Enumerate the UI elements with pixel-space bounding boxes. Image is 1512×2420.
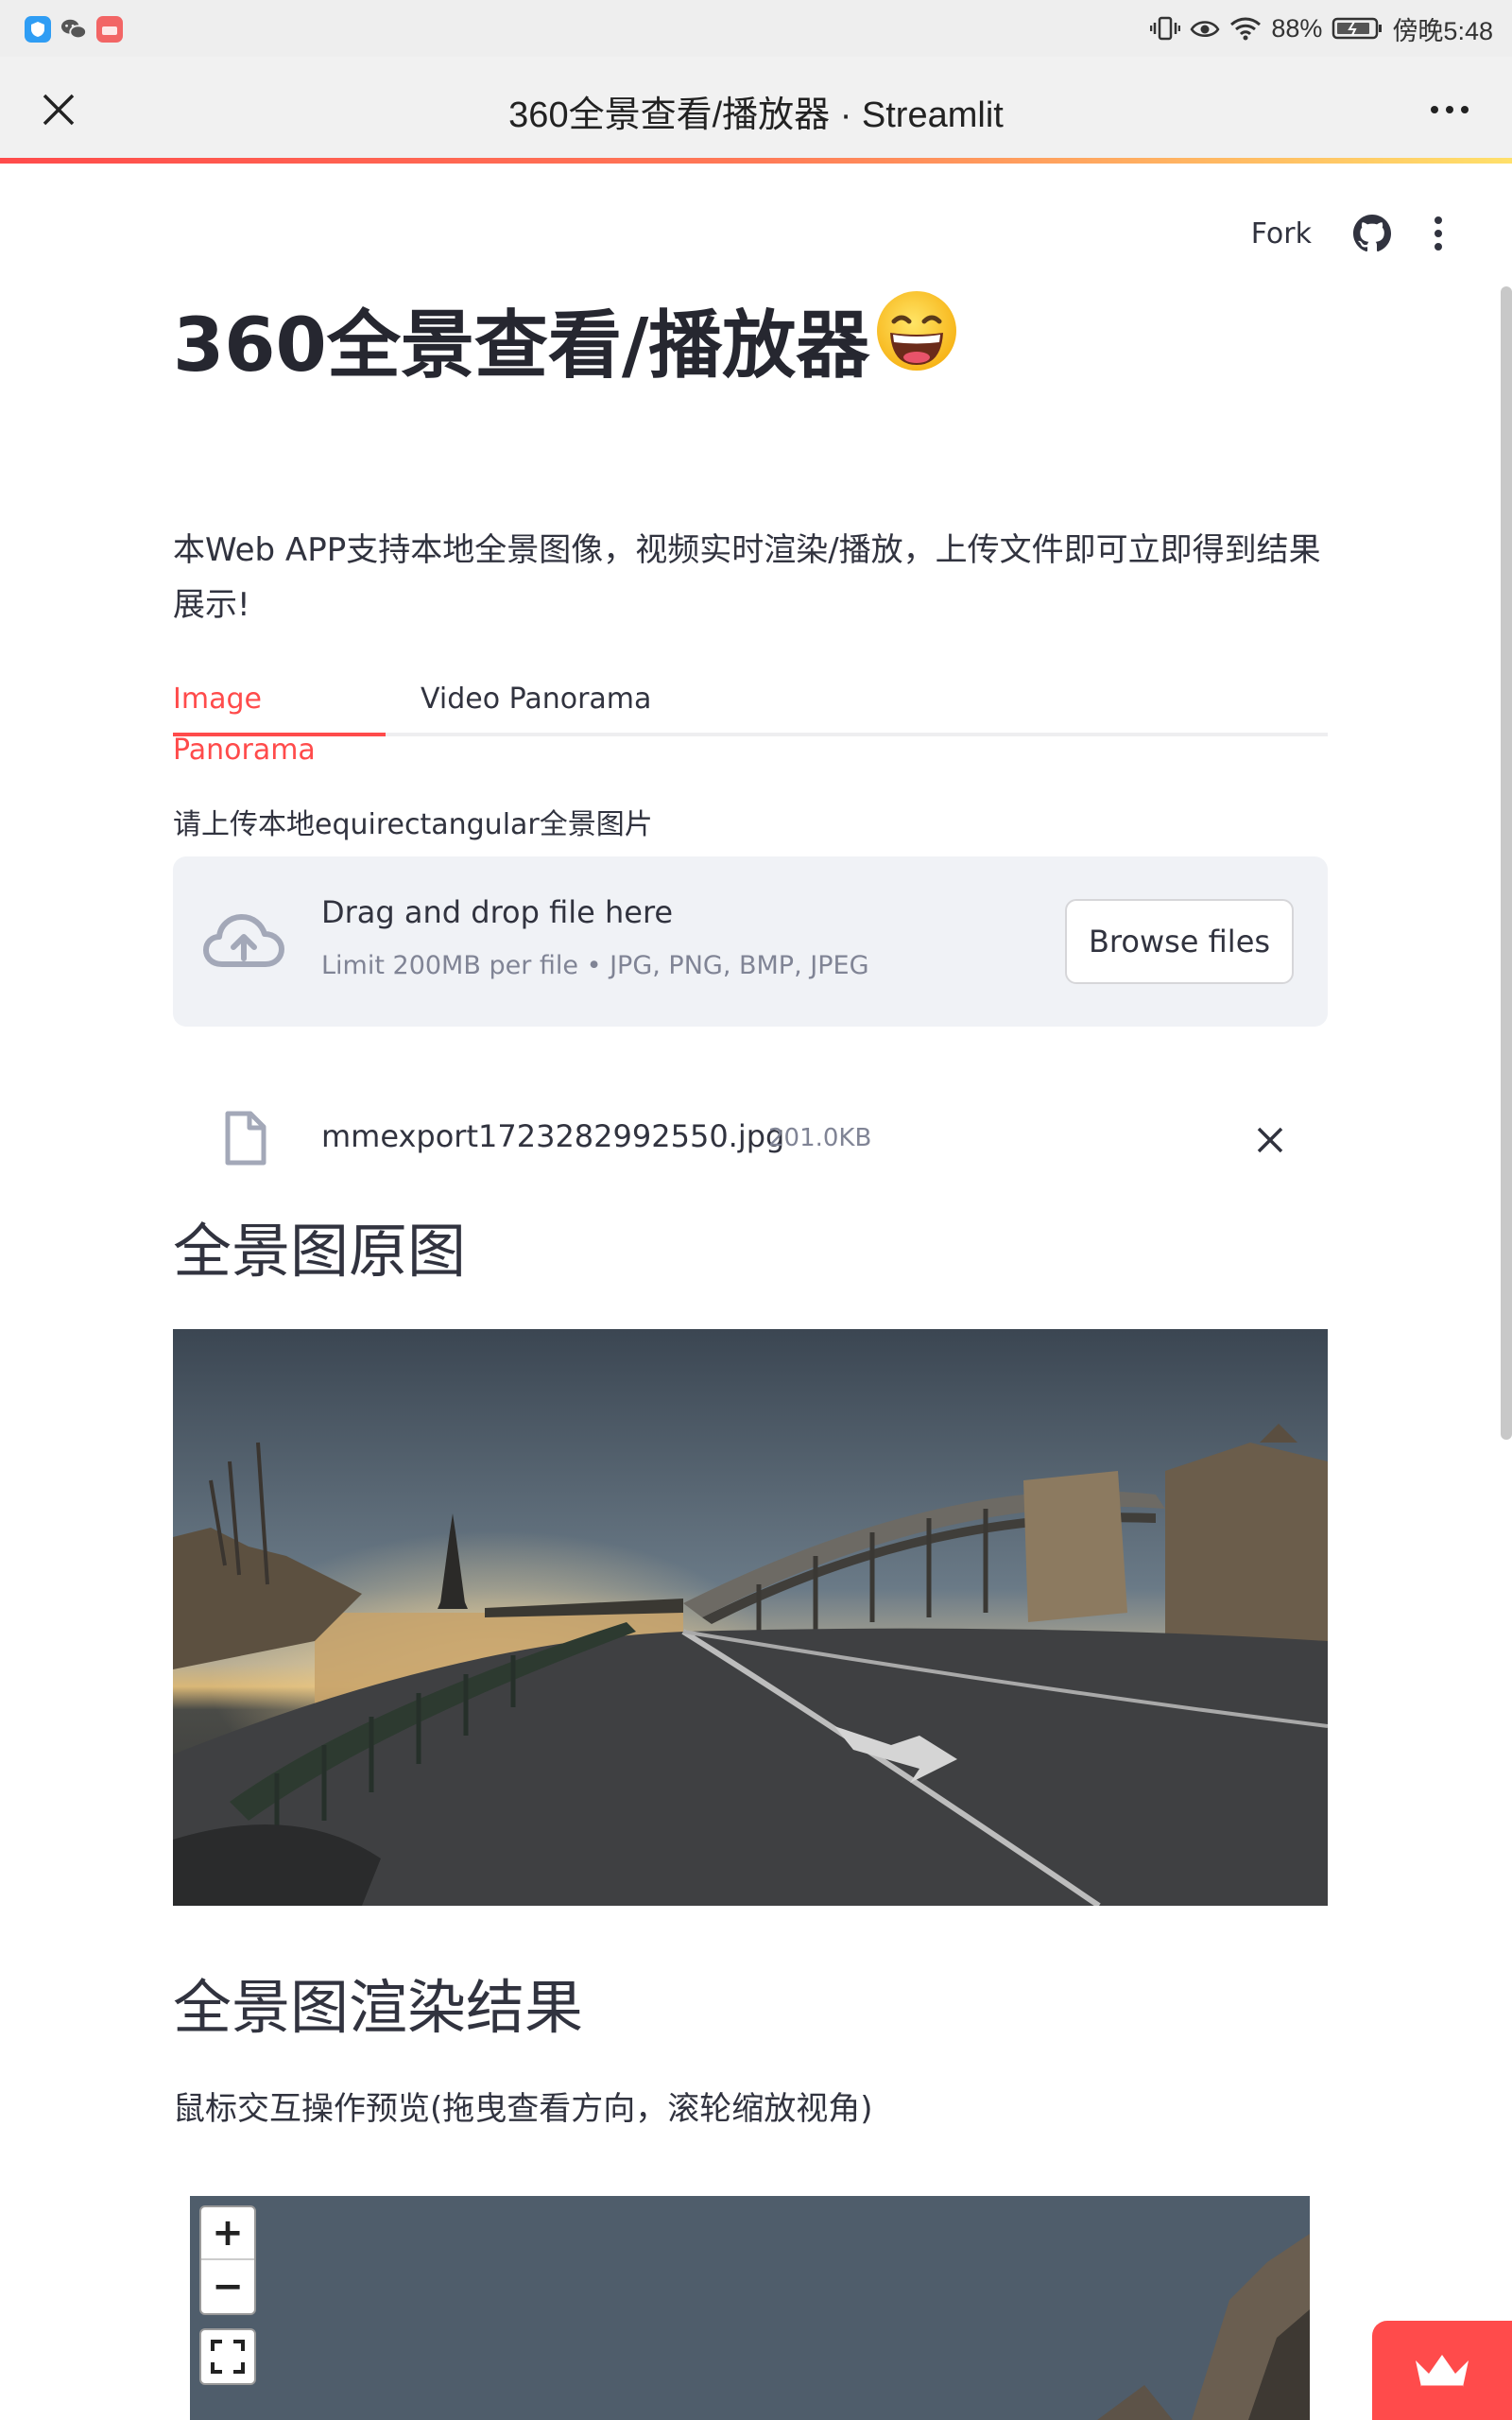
original-image-heading: 全景图原图 [173,1217,467,1286]
app-menu-icon[interactable] [1433,215,1444,252]
zoom-control: + − [199,2205,256,2315]
battery-icon [1332,16,1383,41]
github-icon[interactable] [1353,215,1391,252]
wifi-icon [1229,16,1262,41]
dropzone-limit: Limit 200MB per file • JPG, PNG, BMP, JP… [321,951,869,980]
tab-image-panorama[interactable]: Image Panorama [173,674,386,767]
remove-file-button[interactable] [1246,1116,1294,1164]
clock: 傍晚5:48 [1392,16,1493,45]
fullscreen-icon [211,2340,245,2374]
notification-icons [25,16,123,43]
panorama-viewer[interactable]: + − [190,2196,1310,2420]
panorama-original-image [173,1329,1328,1906]
zoom-out-button[interactable]: − [201,2260,254,2313]
shield-app-icon [25,16,51,43]
more-dot-icon [1446,106,1453,113]
file-dropzone[interactable]: Drag and drop file here Limit 200MB per … [173,856,1328,1027]
tab-video-panorama[interactable]: Video Panorama [421,674,651,736]
streamlit-crown-button[interactable] [1372,2321,1512,2420]
file-icon [224,1111,267,1169]
browser-title: 360全景查看/播放器 · Streamlit [508,95,1004,135]
close-icon [1257,1127,1283,1153]
page-title: 360全景查看/播放器 [173,286,960,392]
wechat-icon [60,16,87,43]
status-bar: 88% 傍晚5:48 [0,0,1512,57]
browse-files-button[interactable]: Browse files [1065,899,1294,984]
browser-more-button[interactable] [1419,87,1480,132]
crown-icon [1416,2354,1469,2388]
uploaded-file-name: mmexport1723282992550.jpg [321,1118,785,1154]
fork-button[interactable]: Fork [1251,217,1312,251]
page-scrollbar[interactable] [1501,286,1512,1440]
more-dot-icon [1431,106,1438,113]
eye-comfort-icon [1190,17,1220,40]
cloud-upload-icon [203,911,284,976]
render-result-heading: 全景图渲染结果 [173,1973,584,2042]
streamlit-page: Fork 360全景查看/播放器 本Web APP支持本地全景图像，视频实时渲染… [0,164,1512,2420]
vibrate-icon [1150,15,1181,42]
app-toolbar: Fork [1251,215,1444,252]
browser-header: 360全景查看/播放器 · Streamlit [0,57,1512,161]
shopping-app-icon [96,16,123,43]
uploader-label: 请上传本地equirectangular全景图片 [173,808,653,841]
uploaded-file-size: 201.0KB [768,1124,872,1152]
zoom-in-button[interactable]: + [201,2207,254,2260]
page-description: 本Web APP支持本地全景图像，视频实时渲染/播放，上传文件即可立即得到结果展… [173,531,1321,624]
more-dot-icon [1461,106,1469,113]
grinning-emoji-icon [873,287,960,392]
page-title-text: 360全景查看/播放器 [173,303,870,389]
uploaded-file-row: mmexport1723282992550.jpg 201.0KB [173,1109,1328,1184]
fullscreen-button[interactable] [199,2328,256,2385]
battery-percent: 88% [1271,13,1323,43]
tab-bar: Image Panorama Video Panorama [173,674,1328,767]
dropzone-instructions: Drag and drop file here [321,894,674,930]
render-caption: 鼠标交互操作预览(拖曳查看方向，滚轮缩放视角) [173,2090,873,2128]
status-indicators: 88% 傍晚5:48 [1150,9,1493,47]
